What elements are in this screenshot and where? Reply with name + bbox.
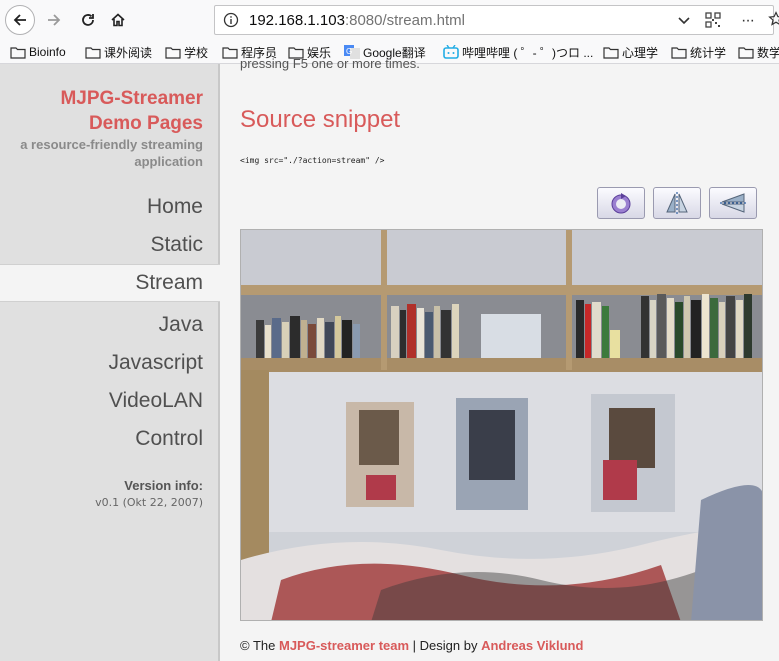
section-heading: Source snippet: [240, 106, 401, 133]
footer-team-link[interactable]: MJPG-streamer team: [279, 638, 409, 653]
menu-item-java[interactable]: Java: [159, 312, 203, 338]
intro-text: pressing F5 one or more times.: [240, 56, 420, 71]
menu-item-javascript[interactable]: Javascript: [108, 350, 203, 376]
sidebar: MJPG-Streamer Demo Pages a resource-frie…: [0, 64, 220, 661]
bookmark-label: 哔哩哔哩 ( ゜- ゜)つロ ...: [462, 45, 594, 60]
footer-prefix: © The: [240, 638, 276, 653]
menu-item-label: Stream: [135, 271, 203, 294]
url-host: 192.168.1.103: [249, 12, 345, 29]
folder-icon: [738, 46, 754, 59]
bookmark-label: Bioinfo: [29, 45, 66, 59]
bookmark-math[interactable]: 数学: [738, 43, 779, 61]
url-text[interactable]: 192.168.1.103:8080/stream.html: [249, 12, 465, 29]
folder-icon: [671, 46, 687, 59]
folder-icon: [603, 46, 619, 59]
bookmark-star-icon[interactable]: [768, 11, 779, 32]
bookmark-school[interactable]: 学校: [165, 43, 208, 61]
bookmark-statistics[interactable]: 统计学: [671, 43, 726, 61]
bookmark-bioinfo[interactable]: Bioinfo: [10, 43, 66, 61]
version-value: v0.1 (Okt 22, 2007): [95, 496, 203, 509]
svg-text:G: G: [346, 47, 352, 56]
menu-item-control[interactable]: Control: [135, 426, 203, 452]
bookmark-bilibili[interactable]: 哔哩哔哩 ( ゜- ゜)つロ ...: [443, 43, 593, 61]
video-stream[interactable]: [240, 229, 763, 621]
footer-designer-link[interactable]: Andreas Viklund: [481, 638, 583, 653]
site-title[interactable]: MJPG-Streamer Demo Pages: [60, 86, 203, 136]
bookmark-label: 学校: [184, 45, 209, 60]
site-subtitle: a resource-friendly streaming applicatio…: [20, 137, 203, 169]
page-footer: © The MJPG-streamer team | Design by And…: [240, 638, 583, 653]
arrow-left-icon: [13, 14, 26, 26]
menu-item-stream[interactable]: Stream: [0, 264, 220, 302]
bookmark-reading[interactable]: 课外阅读: [85, 43, 152, 61]
url-path: :8080/stream.html: [344, 12, 465, 29]
flip-vertical-button[interactable]: [709, 187, 757, 219]
site-title-line1: MJPG-Streamer: [60, 88, 203, 109]
main-content: pressing F5 one or more times. Source sn…: [220, 56, 779, 661]
flip-vertical-icon: [720, 193, 746, 213]
menu-item-home[interactable]: Home: [147, 194, 203, 220]
home-button[interactable]: [104, 6, 132, 34]
bookmark-label: 心理学: [622, 45, 659, 60]
version-label: Version info:: [124, 478, 203, 493]
site-title-line2: Demo Pages: [88, 113, 203, 134]
folder-icon: [222, 46, 238, 59]
stream-image: [241, 230, 762, 620]
flip-horizontal-button[interactable]: [653, 187, 701, 219]
flip-horizontal-icon: [666, 192, 688, 214]
forward-button[interactable]: [40, 6, 68, 34]
folder-icon: [85, 46, 101, 59]
rotate-button[interactable]: [597, 187, 645, 219]
bilibili-icon: [443, 45, 459, 59]
more-actions-button[interactable]: ···: [741, 12, 755, 30]
folder-icon: [10, 46, 26, 59]
chevron-down-icon[interactable]: [677, 13, 691, 32]
menu-item-videolan[interactable]: VideoLAN: [109, 388, 203, 414]
reload-icon: [82, 14, 94, 26]
browser-toolbar: 192.168.1.103:8080/stream.html ···: [0, 0, 779, 40]
folder-icon: [165, 46, 181, 59]
info-icon[interactable]: [223, 12, 239, 33]
footer-middle: | Design by: [412, 638, 478, 653]
bookmark-psychology[interactable]: 心理学: [603, 43, 658, 61]
qr-code-icon[interactable]: [705, 12, 721, 33]
bookmark-label: 数学: [757, 45, 779, 60]
bookmark-label: 统计学: [690, 45, 727, 60]
back-button[interactable]: [5, 5, 35, 35]
address-bar[interactable]: 192.168.1.103:8080/stream.html ···: [214, 5, 779, 35]
menu-item-static[interactable]: Static: [150, 232, 203, 258]
arrow-right-icon: [48, 14, 61, 26]
rotate-icon: [611, 193, 631, 214]
reload-button[interactable]: [74, 6, 102, 34]
home-icon: [111, 13, 125, 27]
bookmark-label: 课外阅读: [104, 45, 153, 60]
code-snippet: <img src="./?action=stream" />: [240, 156, 385, 165]
